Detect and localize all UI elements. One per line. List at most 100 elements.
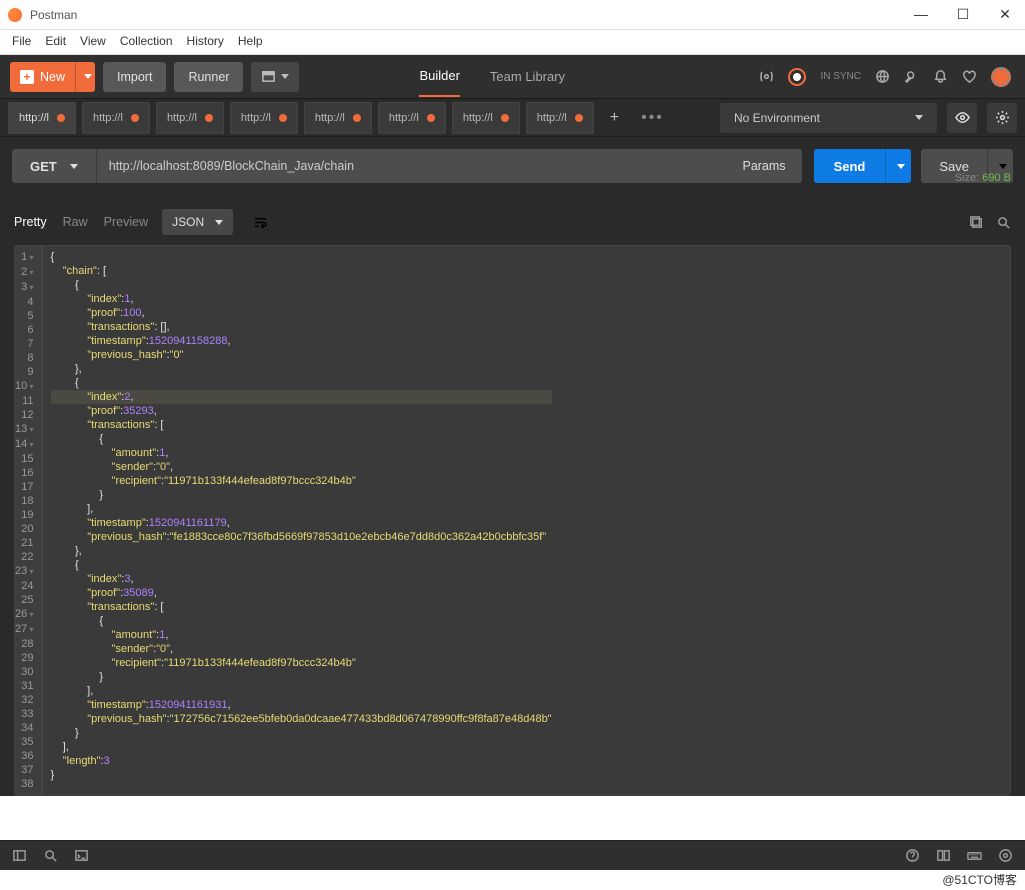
eye-icon bbox=[955, 110, 970, 125]
request-tab[interactable]: http://l bbox=[304, 102, 372, 134]
send-dropdown[interactable] bbox=[885, 149, 911, 183]
url-input[interactable] bbox=[96, 149, 727, 183]
request-tab[interactable]: http://l bbox=[526, 102, 594, 134]
chevron-down-icon bbox=[70, 164, 78, 169]
request-tab[interactable]: http://l bbox=[452, 102, 520, 134]
chevron-down-icon bbox=[999, 164, 1007, 169]
console-icon[interactable] bbox=[74, 848, 89, 863]
chevron-down-icon bbox=[281, 74, 289, 79]
environment-select[interactable]: No Environment bbox=[720, 103, 937, 133]
status-bar bbox=[0, 840, 1025, 870]
new-dropdown[interactable] bbox=[75, 62, 95, 92]
sync-status-label: IN SYNC bbox=[820, 71, 861, 82]
watermark: @51CTO博客 bbox=[942, 871, 1017, 888]
gear-icon bbox=[995, 110, 1010, 125]
environment-quicklook[interactable] bbox=[947, 103, 977, 133]
tab-label: http://l bbox=[315, 112, 345, 124]
runner-button[interactable]: Runner bbox=[174, 62, 243, 92]
search-icon[interactable] bbox=[996, 215, 1011, 230]
import-button[interactable]: Import bbox=[103, 62, 166, 92]
code-content: { "chain": [ { "index": 1, "proof": 100,… bbox=[43, 246, 560, 795]
environment-label: No Environment bbox=[734, 111, 820, 125]
chevron-down-icon bbox=[915, 115, 923, 120]
workspace-tabs: Builder Team Library bbox=[419, 56, 565, 97]
view-pretty[interactable]: Pretty bbox=[14, 215, 47, 229]
dirty-indicator-icon bbox=[279, 114, 287, 122]
wrap-icon bbox=[253, 215, 268, 230]
close-button[interactable]: ✕ bbox=[993, 6, 1017, 23]
request-tabstrip: http://l http://l http://l http://l http://l… bbox=[0, 99, 1025, 137]
method-label: GET bbox=[30, 159, 57, 174]
chevron-down-icon bbox=[897, 164, 905, 169]
menu-file[interactable]: File bbox=[12, 34, 31, 48]
new-tab-button[interactable]: + bbox=[600, 109, 629, 127]
user-avatar[interactable] bbox=[991, 67, 1011, 87]
tab-label: http://l bbox=[389, 112, 419, 124]
dirty-indicator-icon bbox=[57, 114, 65, 122]
request-tab[interactable]: http://l bbox=[8, 102, 76, 134]
tab-label: http://l bbox=[93, 112, 123, 124]
request-tab[interactable]: http://l bbox=[82, 102, 150, 134]
menu-history[interactable]: History bbox=[187, 34, 224, 48]
send-button[interactable]: Send bbox=[814, 149, 886, 183]
support-icon[interactable] bbox=[998, 848, 1013, 863]
menu-edit[interactable]: Edit bbox=[45, 34, 66, 48]
two-pane-icon[interactable] bbox=[936, 848, 951, 863]
plus-icon: + bbox=[20, 70, 34, 84]
method-select[interactable]: GET bbox=[12, 149, 96, 183]
params-button[interactable]: Params bbox=[726, 149, 801, 183]
bell-icon[interactable] bbox=[933, 69, 948, 84]
wrap-lines-toggle[interactable] bbox=[247, 209, 273, 235]
request-tab[interactable]: http://l bbox=[230, 102, 298, 134]
minimize-button[interactable]: — bbox=[909, 6, 933, 23]
copy-icon[interactable] bbox=[969, 215, 984, 230]
globe-icon[interactable] bbox=[875, 69, 890, 84]
size-label: Size: bbox=[955, 172, 979, 184]
size-value: 690 B bbox=[982, 172, 1011, 184]
window-icon bbox=[261, 69, 276, 84]
window-title: Postman bbox=[30, 8, 77, 22]
wrench-icon[interactable] bbox=[904, 69, 919, 84]
maximize-button[interactable]: ☐ bbox=[951, 6, 975, 23]
main-toolbar: + New Import Runner Builder Team Library… bbox=[0, 55, 1025, 99]
new-button[interactable]: + New bbox=[10, 62, 75, 92]
tab-label: http://l bbox=[241, 112, 271, 124]
window-controls: — ☐ ✕ bbox=[909, 6, 1017, 23]
tab-team-library[interactable]: Team Library bbox=[490, 69, 565, 84]
view-raw[interactable]: Raw bbox=[63, 215, 88, 229]
keyboard-icon[interactable] bbox=[967, 848, 982, 863]
tab-label: http://l bbox=[537, 112, 567, 124]
response-body[interactable]: 1234567891011121314151617181920212223242… bbox=[14, 245, 1011, 796]
settings-button[interactable] bbox=[987, 103, 1017, 133]
sync-status-icon[interactable] bbox=[788, 68, 806, 86]
tabs-overflow[interactable]: ••• bbox=[635, 109, 670, 127]
heart-icon[interactable] bbox=[962, 69, 977, 84]
dirty-indicator-icon bbox=[501, 114, 509, 122]
response-toolbar: Pretty Raw Preview JSON bbox=[0, 195, 1025, 241]
find-icon[interactable] bbox=[43, 848, 58, 863]
dirty-indicator-icon bbox=[131, 114, 139, 122]
dirty-indicator-icon bbox=[427, 114, 435, 122]
request-tab[interactable]: http://l bbox=[378, 102, 446, 134]
menubar: File Edit View Collection History Help bbox=[0, 30, 1025, 55]
menu-view[interactable]: View bbox=[80, 34, 106, 48]
tab-label: http://l bbox=[167, 112, 197, 124]
request-tab[interactable]: http://l bbox=[156, 102, 224, 134]
toolbar-right: IN SYNC bbox=[759, 67, 1025, 87]
sidebar-toggle-icon[interactable] bbox=[12, 848, 27, 863]
response-view-tabs: Pretty Raw Preview bbox=[14, 215, 148, 229]
view-preview[interactable]: Preview bbox=[104, 215, 148, 229]
tab-builder[interactable]: Builder bbox=[419, 56, 459, 97]
format-label: JSON bbox=[172, 215, 204, 229]
format-select[interactable]: JSON bbox=[162, 209, 233, 235]
tab-label: http://l bbox=[19, 112, 49, 124]
satellite-icon[interactable] bbox=[759, 69, 774, 84]
line-gutter: 1234567891011121314151617181920212223242… bbox=[15, 246, 43, 795]
open-new-dropdown[interactable] bbox=[251, 62, 299, 92]
menu-help[interactable]: Help bbox=[238, 34, 263, 48]
chevron-down-icon bbox=[84, 74, 92, 79]
help-icon[interactable] bbox=[905, 848, 920, 863]
new-button-label: New bbox=[40, 70, 65, 84]
dirty-indicator-icon bbox=[575, 114, 583, 122]
menu-collection[interactable]: Collection bbox=[120, 34, 173, 48]
